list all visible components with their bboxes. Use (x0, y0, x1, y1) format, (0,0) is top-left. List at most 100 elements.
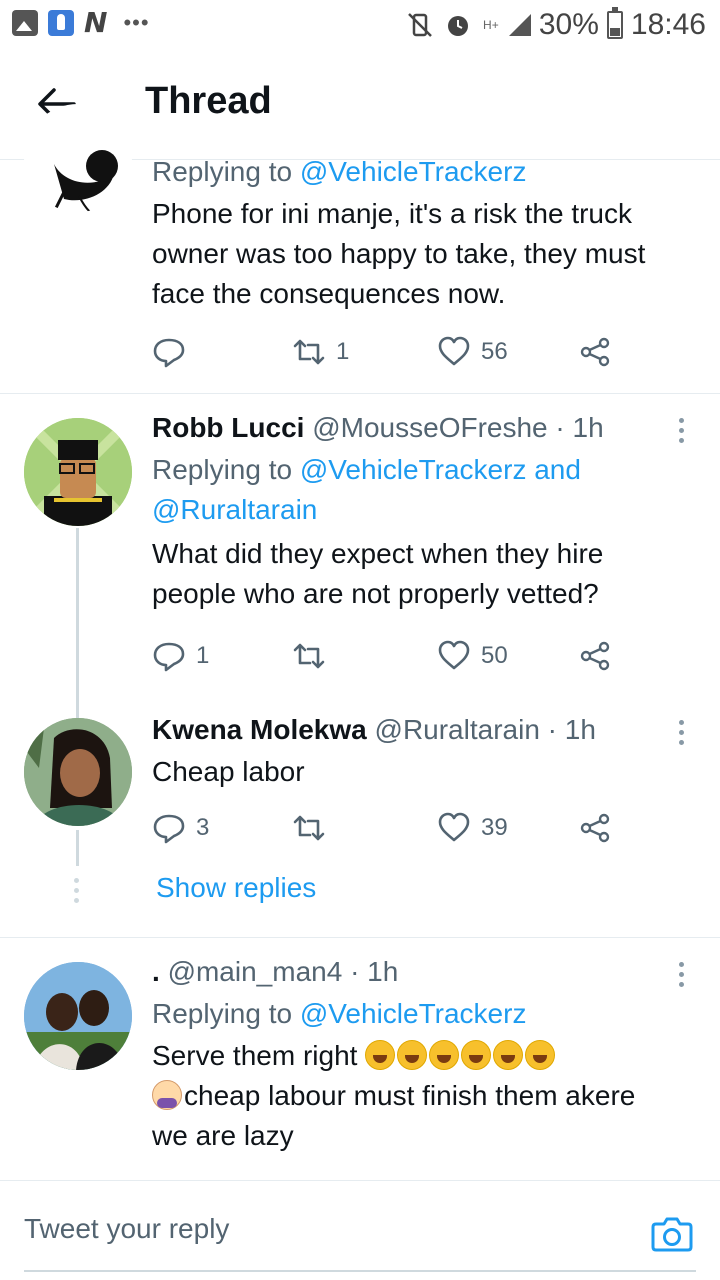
tweet-actions: 3 39 (152, 808, 632, 848)
author-handle[interactable]: @MousseOFreshe (312, 412, 547, 443)
battery-percent: 30% (538, 8, 599, 41)
laughing-emoji-icon (525, 1040, 556, 1070)
reply-button[interactable]: 3 (152, 808, 209, 848)
reply-button[interactable] (152, 332, 196, 372)
tweet-text-line: Serve them right (152, 1036, 696, 1076)
avatar[interactable] (24, 418, 132, 526)
author-name[interactable]: Kwena Molekwa (152, 714, 367, 745)
reply-button[interactable]: 1 (152, 636, 209, 676)
retweet-button[interactable] (292, 636, 336, 676)
author-handle[interactable]: @Ruraltarain (375, 714, 540, 745)
tweet-time: · 1h (547, 714, 596, 745)
avatar[interactable] (24, 962, 132, 1070)
status-overflow: ••• (123, 10, 150, 35)
tweet-card[interactable]: Replying to @VehicleTrackerz Phone for i… (0, 104, 720, 392)
status-left-icons: N ••• (12, 6, 150, 39)
status-right-icons: H+ 30% 18:46 (405, 6, 706, 44)
share-button[interactable] (578, 636, 612, 676)
laughing-emoji-icon (461, 1040, 492, 1070)
reply-context: Replying to @VehicleTrackerz and @Ruralt… (152, 450, 696, 530)
reply-icon (153, 338, 185, 368)
reply-count: 1 (196, 642, 210, 669)
shrug-emoji-icon (152, 1080, 182, 1110)
reply-input[interactable]: Tweet your reply (24, 1213, 229, 1245)
tweet-text-line: What did they expect when they hire (152, 538, 604, 569)
share-button[interactable] (578, 332, 612, 372)
tweet-time: · 1h (555, 412, 604, 443)
gallery-icon (12, 10, 38, 36)
reply-input-underline (24, 1270, 696, 1272)
reply-prefix: Replying to (152, 454, 293, 485)
tweet-text-fragment: cheap labour must finish them akere (184, 1080, 636, 1111)
status-bar: N ••• H+ 30% 18:46 (0, 0, 720, 50)
tweet-card[interactable]: Robb Lucci @MousseOFreshe · 1h Replying … (0, 394, 720, 694)
tweet-text: Phone for ini manje, it's a risk the tru… (152, 194, 696, 314)
more-options-icon[interactable] (678, 962, 686, 992)
heart-icon (438, 812, 470, 842)
share-icon (580, 337, 610, 367)
tweet-text-line: face the consequences now. (152, 278, 506, 309)
tweet-text: Cheap labor (152, 756, 305, 787)
laughing-emoji-icon (429, 1040, 460, 1070)
reply-prefix: Replying to (152, 998, 293, 1029)
like-button[interactable]: 39 (437, 808, 508, 848)
retweet-icon (293, 643, 325, 669)
camera-icon[interactable] (650, 1211, 694, 1255)
tweet-header: Kwena Molekwa @Ruraltarain · 1h (152, 710, 696, 750)
tweet-actions: 1 50 (152, 636, 632, 676)
heart-icon (438, 336, 470, 366)
retweet-icon (293, 815, 325, 841)
reply-count: 3 (196, 814, 210, 841)
page-title: Thread (145, 80, 272, 122)
share-button[interactable] (578, 808, 612, 848)
retweet-button[interactable] (292, 808, 336, 848)
tweet-text-line: cheap labour must finish them akere (152, 1076, 696, 1116)
retweet-button[interactable]: 1 (292, 332, 349, 372)
tweet-text-line: owner was too happy to take, they must (152, 238, 646, 269)
tweet-header: . @main_man4 · 1h (152, 952, 696, 992)
laughing-emoji-icon (397, 1040, 428, 1070)
author-handle[interactable]: @main_man4 (168, 956, 343, 987)
tweet-text: What did they expect when they hire peop… (152, 534, 696, 614)
mention-link[interactable]: @Ruraltarain (152, 494, 317, 525)
reply-context: Replying to @VehicleTrackerz (152, 994, 696, 1034)
mute-vibrate-icon (407, 13, 432, 37)
more-options-icon[interactable] (678, 720, 686, 750)
like-count: 39 (481, 814, 508, 841)
like-count: 50 (481, 642, 508, 669)
retweet-count: 1 (336, 338, 350, 365)
author-name[interactable]: . (152, 956, 160, 987)
like-button[interactable]: 50 (437, 636, 508, 676)
mention-link[interactable]: @VehicleTrackerz (300, 454, 527, 485)
tweet-card[interactable]: . @main_man4 · 1h Replying to @VehicleTr… (0, 938, 720, 1178)
signal-icon (508, 14, 531, 36)
reply-icon (153, 642, 185, 672)
n-app-icon: N (84, 6, 108, 39)
tweet-text-line: we are lazy (152, 1120, 294, 1151)
avatar[interactable] (24, 104, 132, 212)
tweet-text-line: people who are not properly vetted? (152, 578, 599, 609)
tweet-time: · 1h (350, 956, 399, 987)
tweet-card[interactable]: Kwena Molekwa @Ruraltarain · 1h Cheap la… (0, 708, 720, 938)
tweet-text-fragment: Serve them right (152, 1040, 358, 1071)
more-options-icon[interactable] (678, 418, 686, 448)
avatar[interactable] (24, 718, 132, 826)
tweet-header: Robb Lucci @MousseOFreshe · 1h (152, 408, 696, 448)
mention-link[interactable]: @VehicleTrackerz (300, 156, 527, 187)
laughing-emoji-icon (493, 1040, 524, 1070)
like-button[interactable]: 56 (437, 332, 508, 372)
share-icon (580, 813, 610, 843)
tweet-actions: 1 56 (152, 332, 632, 372)
like-count: 56 (481, 338, 508, 365)
author-name[interactable]: Robb Lucci (152, 412, 304, 443)
laughing-emoji-icon (365, 1040, 396, 1070)
retweet-icon (293, 339, 325, 365)
alarm-icon (447, 16, 468, 36)
reply-conjunction: and (534, 454, 581, 485)
reply-prefix: Replying to (152, 156, 293, 187)
mention-link[interactable]: @VehicleTrackerz (300, 998, 527, 1029)
tweet-text: Serve them right cheap labour must finis… (152, 1036, 696, 1156)
tweet-text-line: Phone for ini manje, it's a risk the tru… (152, 198, 632, 229)
show-replies-link[interactable]: Show replies (156, 872, 316, 904)
rocket-icon (48, 10, 74, 36)
